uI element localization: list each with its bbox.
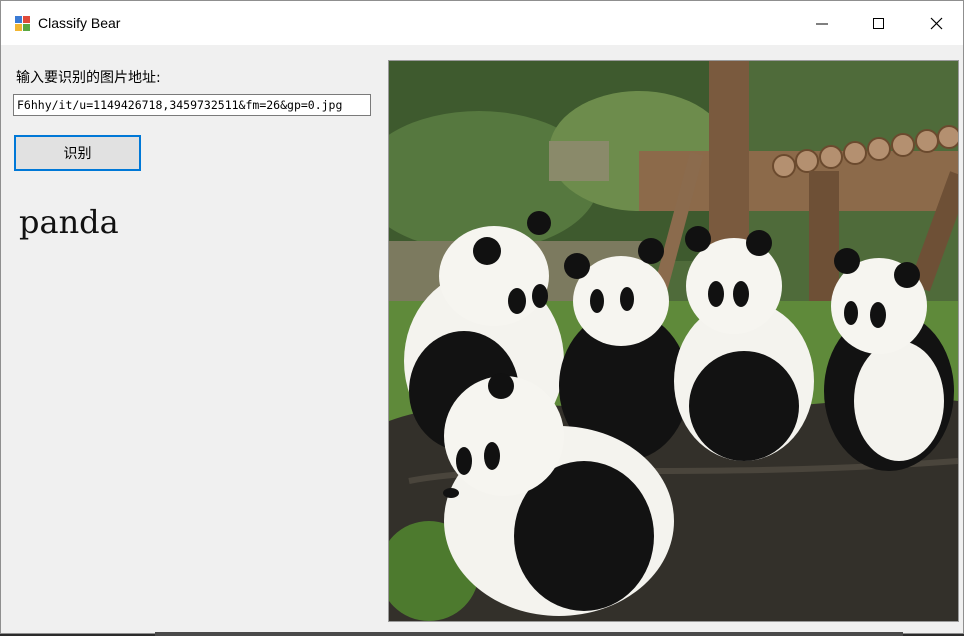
minimize-icon [816,23,828,25]
panda-photo [389,61,958,621]
maximize-button[interactable] [850,1,908,45]
close-button[interactable] [907,1,964,45]
image-preview [388,60,959,622]
maximize-icon [873,18,884,29]
title-bar[interactable]: Classify Bear [1,1,963,45]
background-strip [155,632,903,636]
minimize-button[interactable] [793,1,851,45]
app-window: Classify Bear 输入要识别的图片地址: F6hhy/it/u=114… [0,0,964,634]
recognize-button[interactable]: 识别 [14,135,141,171]
window-title: Classify Bear [38,15,121,31]
url-label: 输入要识别的图片地址: [16,70,161,86]
classification-result: panda [19,203,119,241]
image-url-value: F6hhy/it/u=1149426718,3459732511&fm=26&g… [17,98,343,112]
image-url-input[interactable]: F6hhy/it/u=1149426718,3459732511&fm=26&g… [13,94,371,116]
close-icon [930,17,943,30]
app-icon [15,16,31,32]
